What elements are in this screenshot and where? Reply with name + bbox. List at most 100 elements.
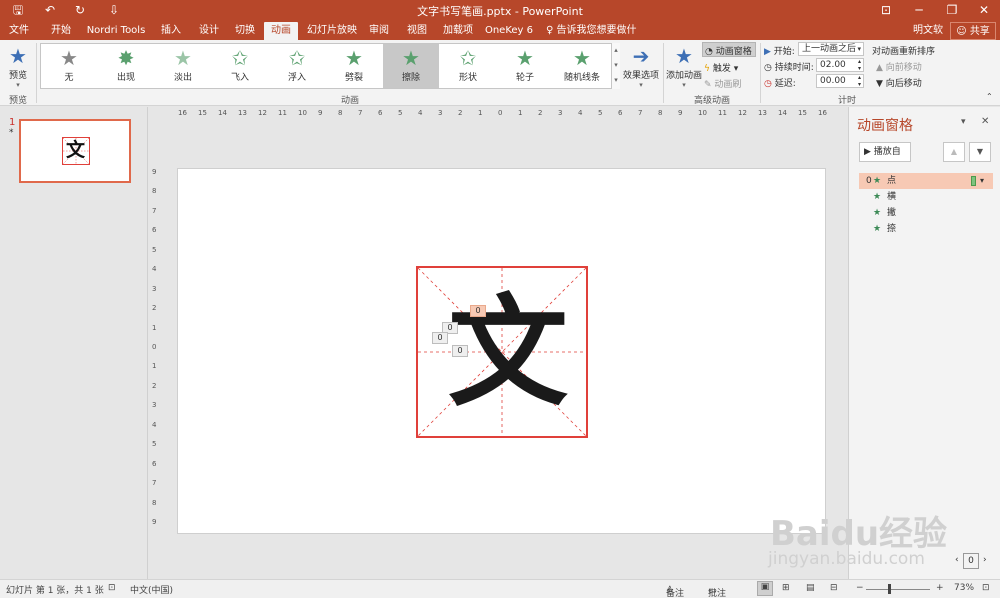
- restore-button[interactable]: ❐: [938, 1, 966, 19]
- tab-insert[interactable]: 插入: [154, 22, 188, 40]
- animation-painter-button[interactable]: ✎ 动画刷: [704, 77, 741, 90]
- animation-shape[interactable]: ✩ 形状: [440, 44, 496, 88]
- zoom-out-button[interactable]: −: [856, 583, 864, 593]
- move-later-button[interactable]: ▼ 向后移动: [876, 76, 922, 89]
- list-item[interactable]: ★ 捺: [859, 221, 993, 237]
- group-label-timing: 计时: [837, 96, 856, 106]
- close-icon[interactable]: ✕: [981, 116, 989, 127]
- move-up-button[interactable]: ▲: [943, 142, 965, 162]
- list-item[interactable]: 0 ★ 点 ▾: [859, 173, 993, 189]
- slide-thumbnail[interactable]: 文: [19, 119, 131, 183]
- tab-onekey[interactable]: OneKey 6: [484, 22, 534, 40]
- zoom-slider-thumb[interactable]: [888, 584, 891, 594]
- ruler-tick-label: 4: [578, 109, 583, 117]
- normal-view-button[interactable]: ▣: [757, 581, 773, 596]
- tab-animations[interactable]: 动画: [264, 22, 298, 40]
- watermark-url: jingyan.baidu.com: [768, 549, 925, 569]
- tab-nordri-tools[interactable]: Nordri Tools: [84, 22, 148, 40]
- zoom-slider-track[interactable]: [866, 589, 930, 590]
- language-indicator[interactable]: 中文(中国): [130, 583, 173, 596]
- animation-split[interactable]: ★ 劈裂: [326, 44, 382, 88]
- animation-fade[interactable]: ★ 淡出: [155, 44, 211, 88]
- divider: [663, 43, 664, 103]
- animation-none[interactable]: ★ 无: [41, 44, 97, 88]
- star-icon: ★: [516, 46, 534, 70]
- animation-wipe[interactable]: ★ 擦除: [383, 44, 439, 88]
- brush-icon: ✎: [704, 80, 712, 90]
- tab-home[interactable]: 开始: [44, 22, 78, 40]
- collapse-ribbon-icon[interactable]: ⌃: [986, 92, 993, 101]
- animation-tag[interactable]: 0: [432, 332, 448, 344]
- play-from-button[interactable]: ▶ 播放自: [859, 142, 911, 162]
- trigger-button[interactable]: ϟ 触发 ▾: [704, 61, 738, 74]
- timeline-zoom-box[interactable]: 0: [963, 553, 979, 569]
- tab-design[interactable]: 设计: [192, 22, 226, 40]
- move-earlier-button[interactable]: ▲ 向前移动: [876, 60, 922, 73]
- share-button[interactable]: ☺ 共享: [950, 22, 996, 40]
- animation-float-in[interactable]: ✩ 浮入: [269, 44, 325, 88]
- ruler-tick-label: 12: [738, 109, 747, 117]
- accessibility-icon[interactable]: ⊡: [108, 583, 116, 593]
- preview-button[interactable]: ★ 预览 ▾: [4, 44, 32, 89]
- arrow-right-icon: ➔: [632, 44, 650, 68]
- delay-stepper[interactable]: 00.00 ▴ ▾: [816, 74, 864, 88]
- tell-me-box[interactable]: ♀ 告诉我您想要做什么...: [546, 22, 656, 54]
- thumbnail-grid-box: 文: [62, 137, 90, 165]
- slide-canvas[interactable]: 文 0 0 0 0: [177, 168, 826, 534]
- tab-addins[interactable]: 加载项: [438, 22, 478, 40]
- tab-review[interactable]: 审阅: [364, 22, 394, 40]
- timeline-zoom-out-icon[interactable]: ‹: [955, 555, 959, 565]
- animation-tag[interactable]: 0: [470, 305, 486, 317]
- ruler-tick-label: 8: [152, 187, 157, 196]
- close-button[interactable]: ✕: [970, 1, 998, 19]
- ruler-tick-label: 9: [678, 109, 683, 117]
- slideshow-button[interactable]: ⊟: [830, 583, 838, 593]
- tab-file[interactable]: 文件: [4, 22, 34, 40]
- play-icon: ▶: [764, 47, 771, 57]
- reading-view-button[interactable]: ▤: [806, 583, 815, 593]
- animation-pane-button[interactable]: ◔ 动画窗格: [702, 42, 756, 57]
- pane-options-icon[interactable]: ▾: [961, 117, 966, 127]
- play-icon: ▶: [864, 147, 871, 157]
- timeline-bar[interactable]: [971, 176, 976, 186]
- timeline-zoom-in-icon[interactable]: ›: [983, 555, 987, 565]
- animation-fly-in[interactable]: ✩ 飞入: [212, 44, 268, 88]
- watermark-brand: Baidu经验: [770, 514, 948, 554]
- minimize-button[interactable]: ─: [905, 1, 933, 19]
- list-item[interactable]: ★ 横: [859, 189, 993, 205]
- tab-view[interactable]: 视图: [402, 22, 432, 40]
- move-down-button[interactable]: ▼: [969, 142, 991, 162]
- effect-options-button[interactable]: ➔ 效果选项 ▾: [622, 44, 660, 89]
- character-grid-box[interactable]: 文: [416, 266, 588, 438]
- ruler-tick-label: 7: [152, 206, 157, 215]
- thumbnail-character: 文: [66, 139, 86, 161]
- chevron-down-icon[interactable]: ▾: [980, 173, 984, 189]
- zoom-in-button[interactable]: +: [936, 583, 944, 593]
- zoom-level[interactable]: 73%: [954, 583, 974, 593]
- chevron-down-icon: ▾: [639, 81, 643, 89]
- animation-tag[interactable]: 0: [452, 345, 468, 357]
- slide-sorter-button[interactable]: ⊞: [782, 583, 790, 593]
- duration-stepper[interactable]: 02.00 ▴ ▾: [816, 58, 864, 72]
- ribbon-display-options-icon[interactable]: ⊡: [872, 1, 900, 19]
- animation-random-bars[interactable]: ★ 随机线条: [554, 44, 610, 88]
- chevron-down-icon: ▾: [682, 81, 686, 89]
- ruler-tick-label: 6: [152, 459, 157, 468]
- animation-gallery: ★ 无 ✸ 出现 ★ 淡出 ✩ 飞入 ✩ 浮入 ★ 劈裂 ★ 擦除 ✩ 形状 ★ 轮子 ★ 随机线条: [40, 43, 620, 89]
- ruler-tick-label: 1: [152, 362, 157, 371]
- add-animation-button[interactable]: ★ 添加动画 ▾: [666, 44, 702, 89]
- list-item[interactable]: ★ 撇: [859, 205, 993, 221]
- tab-slideshow[interactable]: 幻灯片放映: [304, 22, 360, 40]
- user-name[interactable]: 明文软: [912, 22, 944, 40]
- lightning-icon: ϟ: [704, 64, 710, 74]
- ruler-tick-label: 2: [152, 381, 157, 390]
- gallery-scrollbar[interactable]: ▴ ▾ ▾: [611, 43, 620, 89]
- fit-slide-icon[interactable]: ⊡: [982, 583, 990, 593]
- tab-transitions[interactable]: 切换: [228, 22, 262, 40]
- ruler-tick-label: 3: [152, 401, 157, 410]
- ruler-tick-label: 7: [358, 109, 363, 117]
- start-select[interactable]: 上一动画之后 ▾: [798, 42, 864, 56]
- window-title: 文字书写笔画.pptx - PowerPoint: [417, 5, 583, 18]
- animation-appear[interactable]: ✸ 出现: [98, 44, 154, 88]
- animation-wheel[interactable]: ★ 轮子: [497, 44, 553, 88]
